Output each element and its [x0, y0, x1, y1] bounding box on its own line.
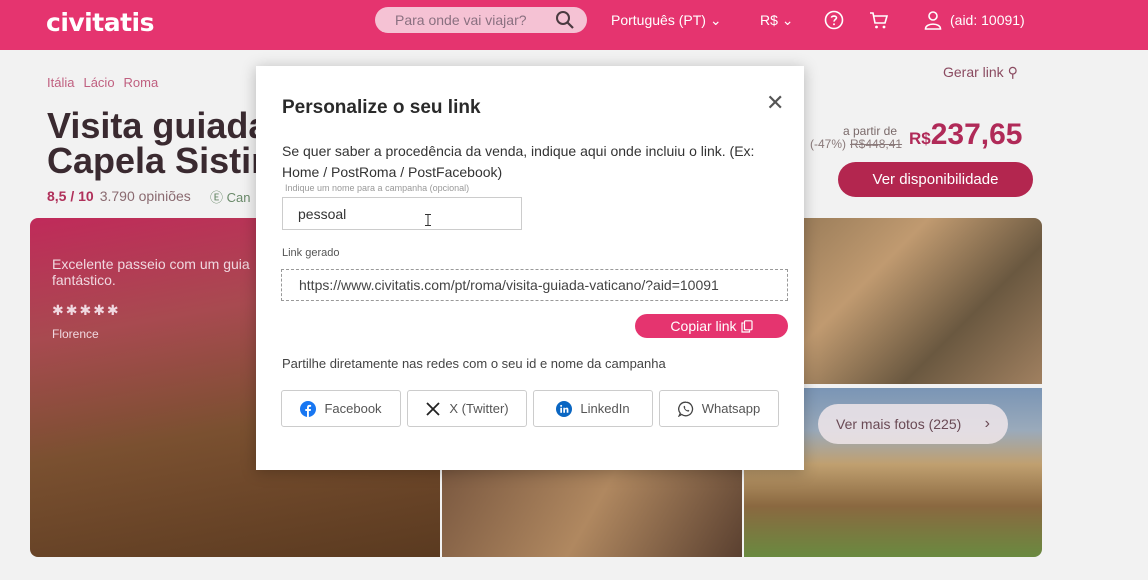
linkedin-icon [556, 400, 573, 417]
campaign-field-label: Indique um nome para a campanha (opciona… [285, 183, 470, 193]
facebook-label: Facebook [324, 401, 382, 416]
modal-title: Personalize o seu link [282, 97, 481, 118]
share-x-button[interactable]: X (Twitter) [407, 390, 527, 427]
whatsapp-label: Whatsapp [701, 401, 761, 416]
x-icon [426, 401, 441, 416]
x-label: X (Twitter) [449, 401, 509, 416]
share-facebook-button[interactable]: Facebook [281, 390, 401, 427]
generated-link-text: https://www.civitatis.com/pt/roma/visita… [299, 277, 719, 293]
campaign-name-input[interactable] [282, 197, 522, 230]
generated-link-field[interactable]: https://www.civitatis.com/pt/roma/visita… [281, 269, 788, 301]
share-whatsapp-button[interactable]: Whatsapp [659, 390, 779, 427]
whatsapp-icon [677, 401, 693, 417]
close-icon[interactable]: ✕ [766, 90, 784, 116]
facebook-icon [300, 400, 317, 417]
share-linkedin-button[interactable]: LinkedIn [533, 390, 653, 427]
generated-link-label: Link gerado [282, 247, 340, 259]
modal-description: Se quer saber a procedência da venda, in… [282, 143, 755, 180]
linkedin-label: LinkedIn [580, 401, 630, 416]
copy-link-label: Copiar link [670, 318, 737, 334]
share-instructions: Partilhe diretamente nas redes com o seu… [282, 356, 666, 371]
text-cursor-icon [425, 214, 431, 226]
personalize-link-modal: Personalize o seu link ✕ Se quer saber a… [256, 66, 804, 470]
copy-link-button[interactable]: Copiar link [635, 314, 788, 338]
copy-icon [740, 319, 753, 333]
